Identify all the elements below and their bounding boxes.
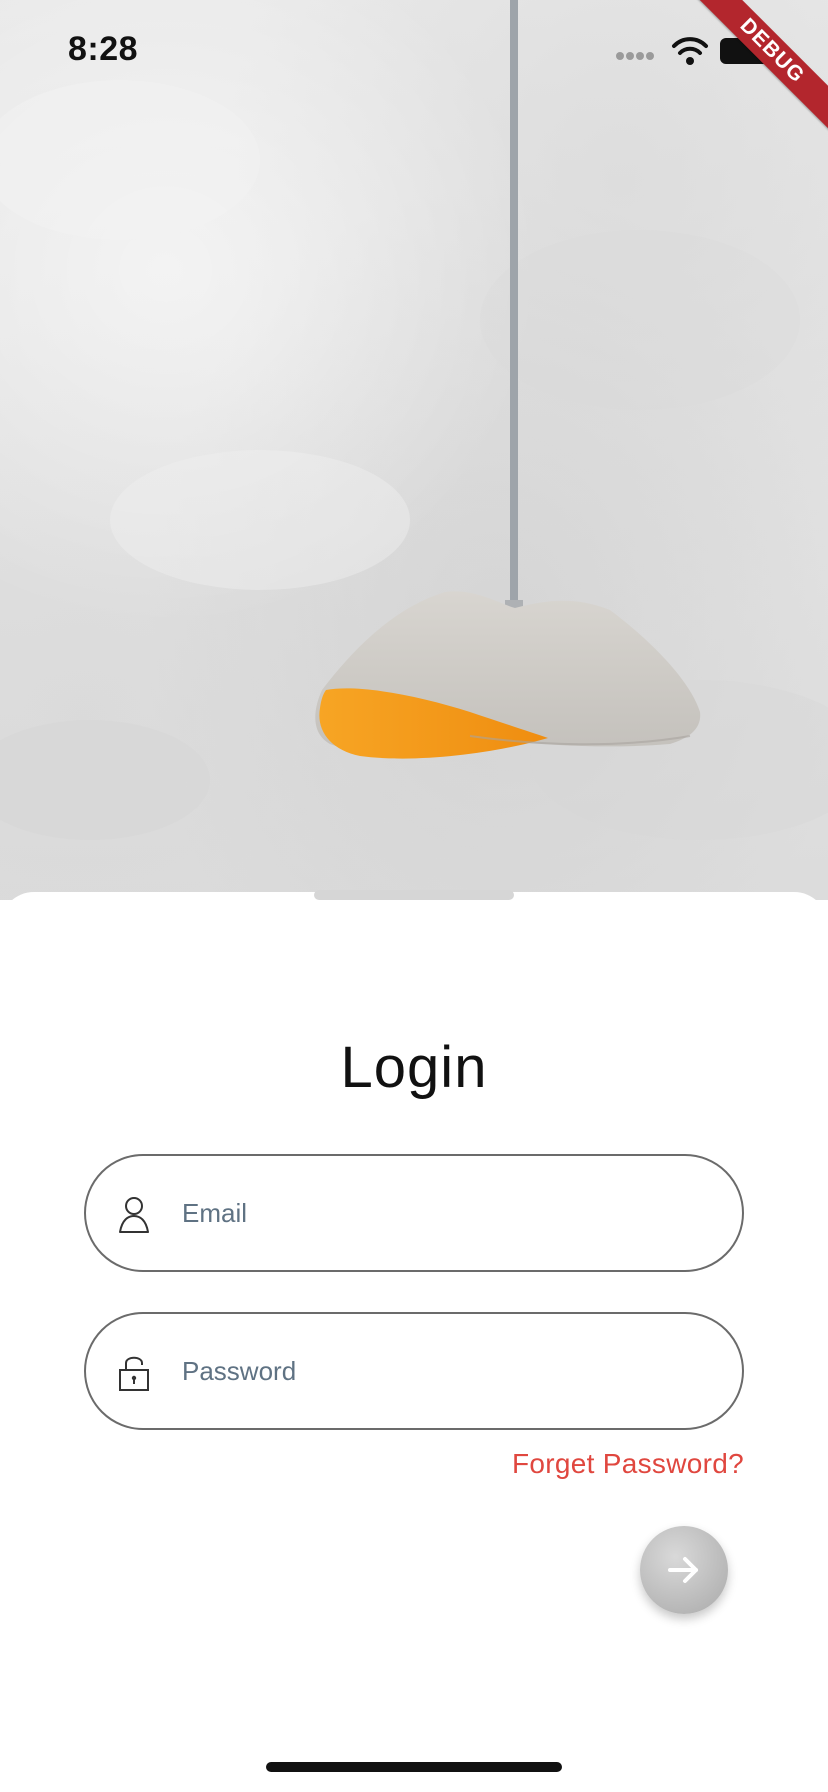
login-screen: 8:28 DEBUG Login Email Forget Password? [0,0,828,1792]
password-field[interactable] [84,1312,744,1430]
sheet-handle[interactable] [314,890,514,900]
lock-icon [119,1356,149,1391]
password-input[interactable] [180,1338,700,1404]
arrow-right-icon [668,1557,698,1583]
signal-dots-icon [616,52,654,60]
debug-banner: DEBUG [688,0,828,140]
status-time: 8:28 [68,30,139,68]
email-field[interactable] [84,1154,744,1272]
login-sheet: Login Forget Password? [0,890,828,1792]
forget-password-link[interactable]: Forget Password? [512,1448,744,1480]
login-submit-button[interactable] [640,1526,728,1614]
login-title: Login [340,1035,488,1100]
home-indicator[interactable] [266,1762,562,1772]
email-input[interactable] [180,1180,700,1246]
debug-banner-label: DEBUG [690,0,828,133]
person-icon [119,1197,149,1233]
